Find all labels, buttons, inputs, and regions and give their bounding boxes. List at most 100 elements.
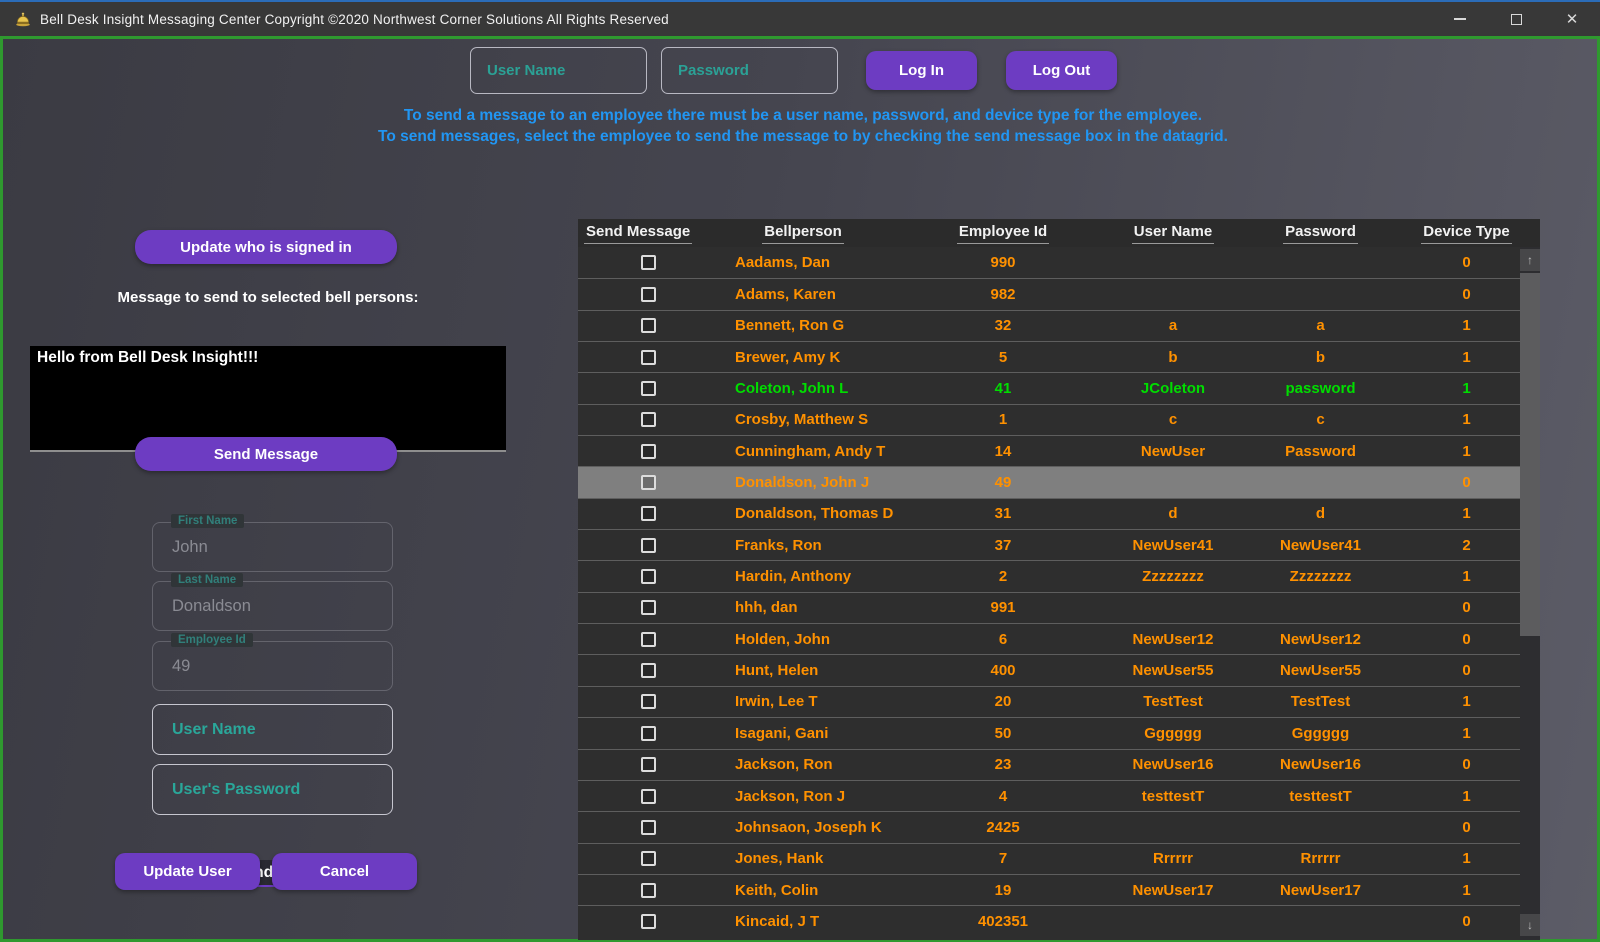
update-signed-in-button[interactable]: Update who is signed in xyxy=(135,230,397,264)
table-cell: Kincaid, J T xyxy=(718,906,888,936)
cancel-button[interactable]: Cancel xyxy=(272,853,417,890)
table-cell: c xyxy=(1228,405,1413,435)
send-message-checkbox[interactable] xyxy=(641,506,656,521)
table-row[interactable]: Hardin, Anthony2ZzzzzzzzZzzzzzzz1 xyxy=(578,560,1520,591)
scrollbar-thumb[interactable] xyxy=(1520,273,1540,636)
table-row[interactable]: Aadams, Dan9900 xyxy=(578,247,1520,278)
send-message-button[interactable]: Send Message xyxy=(135,437,397,471)
table-row[interactable]: Donaldson, John J490 xyxy=(578,466,1520,497)
send-message-checkbox[interactable] xyxy=(641,694,656,709)
send-message-cell xyxy=(578,875,718,905)
table-row[interactable]: hhh, dan9910 xyxy=(578,592,1520,623)
bell-icon xyxy=(14,10,32,28)
send-message-cell xyxy=(578,624,718,654)
send-message-checkbox[interactable] xyxy=(641,851,656,866)
table-cell xyxy=(1118,467,1228,497)
send-message-checkbox[interactable] xyxy=(641,757,656,772)
table-cell: b xyxy=(1118,342,1228,372)
table-row[interactable]: Coleton, John L41JColetonpassword1 xyxy=(578,372,1520,403)
column-header-bellperson[interactable]: Bellperson xyxy=(718,219,888,247)
login-password-input[interactable]: Password xyxy=(661,47,838,94)
send-message-checkbox[interactable] xyxy=(641,538,656,553)
table-row[interactable]: Brewer, Amy K5bb1 xyxy=(578,341,1520,372)
info-line-1: To send a message to an employee there m… xyxy=(3,107,1600,125)
send-message-cell xyxy=(578,247,718,278)
table-cell: 1 xyxy=(888,405,1118,435)
send-message-checkbox[interactable] xyxy=(641,632,656,647)
table-cell: c xyxy=(1118,405,1228,435)
table-cell: 1 xyxy=(1413,561,1520,591)
send-message-checkbox[interactable] xyxy=(641,914,656,929)
table-cell: Jackson, Ron xyxy=(718,750,888,780)
table-row[interactable]: Kincaid, J T402351 0 xyxy=(578,905,1520,936)
send-message-checkbox[interactable] xyxy=(641,820,656,835)
table-cell: 1 xyxy=(1413,311,1520,341)
table-cell: 0 xyxy=(1413,279,1520,309)
user-password-input[interactable]: User's Password xyxy=(152,764,393,815)
column-header-device-type[interactable]: Device Type xyxy=(1413,219,1520,247)
table-cell: JColeton xyxy=(1118,373,1228,403)
table-cell: Franks, Ron xyxy=(718,530,888,560)
log-out-button[interactable]: Log Out xyxy=(1006,51,1117,90)
send-message-checkbox[interactable] xyxy=(641,569,656,584)
login-username-input[interactable]: User Name xyxy=(470,47,647,94)
column-header-send-message[interactable]: Send Message xyxy=(578,219,718,247)
send-message-checkbox[interactable] xyxy=(641,789,656,804)
scroll-up-icon[interactable]: ↑ xyxy=(1520,249,1540,271)
send-message-checkbox[interactable] xyxy=(641,726,656,741)
close-button[interactable]: ✕ xyxy=(1544,2,1600,36)
table-cell: 0 xyxy=(1413,906,1520,936)
window-controls: ✕ xyxy=(1432,2,1600,36)
table-cell: Rrrrrr xyxy=(1118,844,1228,874)
grid-scrollbar[interactable]: ↑ ↓ xyxy=(1520,247,1540,940)
table-cell: Donaldson, Thomas D xyxy=(718,499,888,529)
table-cell: 402351 xyxy=(888,906,1118,936)
table-row[interactable]: Jackson, Ron J4testtestTtesttestT1 xyxy=(578,780,1520,811)
send-message-checkbox[interactable] xyxy=(641,318,656,333)
maximize-button[interactable] xyxy=(1488,2,1544,36)
column-header-employee-id[interactable]: Employee Id xyxy=(888,219,1118,247)
table-row[interactable]: Donaldson, Thomas D31dd1 xyxy=(578,498,1520,529)
update-user-button[interactable]: Update User xyxy=(115,853,260,890)
table-row[interactable]: Adams, Karen9820 xyxy=(578,278,1520,309)
table-row[interactable]: Hunt, Helen400NewUser55NewUser550 xyxy=(578,654,1520,685)
table-row[interactable]: Bennett, Ron G32aa1 xyxy=(578,310,1520,341)
send-message-checkbox[interactable] xyxy=(641,600,656,615)
table-row[interactable]: Keith, Colin19NewUser17NewUser171 xyxy=(578,874,1520,905)
table-row[interactable]: Cunningham, Andy T14NewUserPassword1 xyxy=(578,435,1520,466)
table-cell xyxy=(1228,247,1413,278)
table-row[interactable]: Jackson, Ron23NewUser16NewUser160 xyxy=(578,749,1520,780)
table-row[interactable]: Jones, Hank7RrrrrrRrrrrr1 xyxy=(578,843,1520,874)
column-header-password[interactable]: Password xyxy=(1228,219,1413,247)
log-in-button[interactable]: Log In xyxy=(866,51,977,90)
table-cell: 37 xyxy=(888,530,1118,560)
send-message-checkbox[interactable] xyxy=(641,381,656,396)
table-cell: 23 xyxy=(888,750,1118,780)
user-name-input[interactable]: User Name xyxy=(152,704,393,755)
table-row[interactable]: Holden, John6NewUser12NewUser120 xyxy=(578,623,1520,654)
send-message-checkbox[interactable] xyxy=(641,663,656,678)
scroll-down-icon[interactable]: ↓ xyxy=(1520,914,1540,936)
send-message-checkbox[interactable] xyxy=(641,287,656,302)
table-cell: 20 xyxy=(888,687,1118,717)
send-message-checkbox[interactable] xyxy=(641,444,656,459)
send-message-checkbox[interactable] xyxy=(641,255,656,270)
minimize-button[interactable] xyxy=(1432,2,1488,36)
send-message-checkbox[interactable] xyxy=(641,412,656,427)
close-icon: ✕ xyxy=(1566,12,1579,27)
table-cell: 1 xyxy=(1413,875,1520,905)
send-message-checkbox[interactable] xyxy=(641,350,656,365)
employee-id-value: 49 xyxy=(172,642,190,690)
table-row[interactable]: Crosby, Matthew S1cc1 xyxy=(578,404,1520,435)
table-cell xyxy=(1118,247,1228,278)
send-message-cell xyxy=(578,279,718,309)
column-header-user-name[interactable]: User Name xyxy=(1118,219,1228,247)
table-row[interactable]: Franks, Ron37NewUser41NewUser412 xyxy=(578,529,1520,560)
table-cell: NewUser16 xyxy=(1118,750,1228,780)
send-message-checkbox[interactable] xyxy=(641,883,656,898)
send-message-cell xyxy=(578,655,718,685)
send-message-checkbox[interactable] xyxy=(641,475,656,490)
table-row[interactable]: Johnsaon, Joseph K24250 xyxy=(578,811,1520,842)
table-row[interactable]: Isagani, Gani50GgggggGggggg1 xyxy=(578,717,1520,748)
table-row[interactable]: Irwin, Lee T20TestTestTestTest1 xyxy=(578,686,1520,717)
